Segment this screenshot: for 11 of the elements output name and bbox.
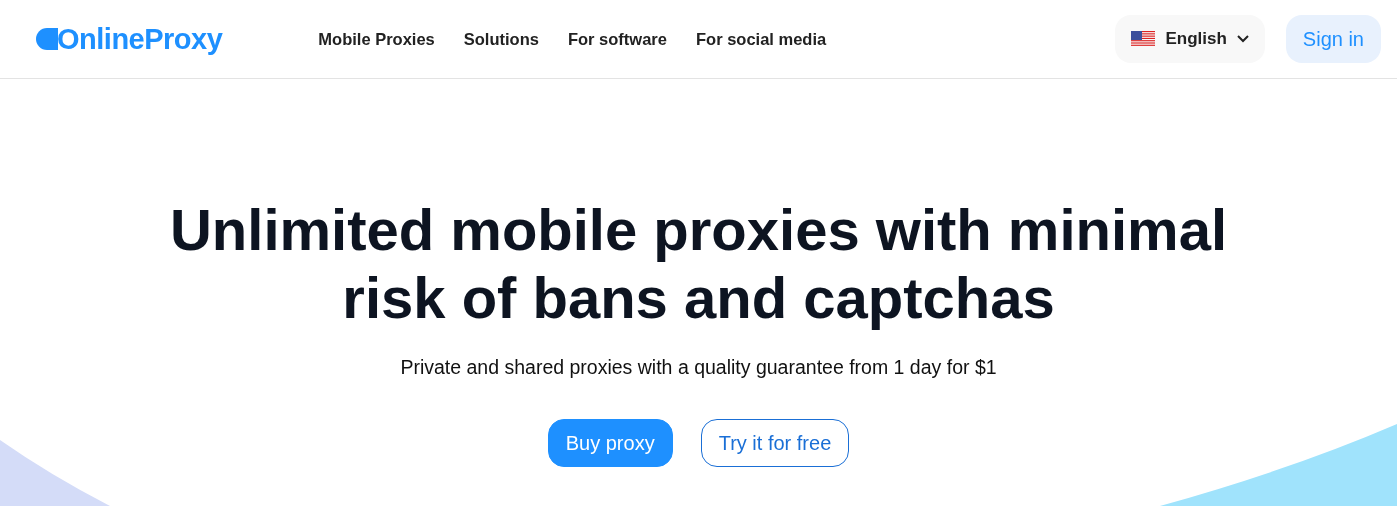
toggle-icon (36, 28, 58, 50)
nav-link[interactable]: Solutions (463, 29, 539, 49)
hero-subtitle: Private and shared proxies with a quality guarantee from 1 day for $1 (400, 356, 997, 379)
nav-link[interactable]: For software (567, 29, 667, 49)
language-selector[interactable]: English (1115, 15, 1265, 63)
nav-link[interactable]: For social media (696, 29, 827, 49)
chevron-down-icon (1236, 35, 1249, 43)
trial-button[interactable]: Try it for free (700, 419, 850, 467)
hero-title: Unlimited mobile proxies with minimal risk of bans and captchas (168, 196, 1229, 332)
flag-icon (1131, 31, 1156, 47)
nav-link[interactable]: Mobile Proxies (318, 29, 435, 49)
